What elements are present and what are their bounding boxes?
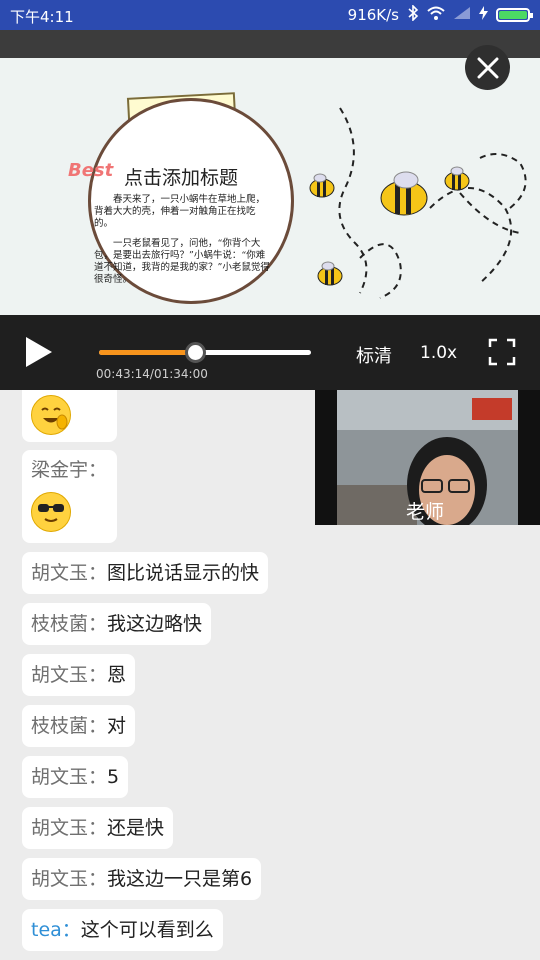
signal-icon — [453, 6, 471, 24]
chat-message: 胡文玉：我这边一只是第6 — [22, 858, 262, 900]
status-time: 下午4:11 — [10, 8, 74, 26]
chat-message: 枝枝菌：对 — [22, 705, 136, 747]
wifi-icon — [427, 6, 445, 24]
chat-message: 胡文玉：恩 — [22, 654, 136, 696]
chat-message: 胡文玉：图比说话显示的快 — [22, 552, 269, 594]
chat-sender: 枝枝菌： — [31, 613, 108, 635]
chat-text: 图比说话显示的快 — [107, 562, 260, 584]
close-icon — [477, 57, 498, 78]
speed-button[interactable]: 1.0x — [420, 343, 457, 363]
bee-icon — [380, 171, 428, 216]
chat-sender: 胡文玉： — [31, 766, 108, 788]
chat-sender: tea： — [31, 919, 81, 941]
chat-text: 5 — [107, 766, 120, 788]
slide-body: 春天来了，一只小蜗牛在草地上爬，背着大大的壳，伸着一对触角正在找吃的。 一只老鼠… — [94, 194, 274, 294]
chat-sender: 梁金宇： — [31, 459, 108, 481]
chat-message — [22, 390, 117, 442]
chat-message: 胡文玉：还是快 — [22, 807, 174, 849]
progress-bar[interactable] — [99, 342, 311, 363]
status-bar: 下午4:11 916K/s — [0, 0, 540, 30]
battery-level — [499, 11, 527, 19]
chat-text: 恩 — [107, 664, 127, 686]
chat-message: tea：这个可以看到么 — [22, 909, 223, 951]
grinning-hand-emoji — [31, 395, 71, 435]
battery-icon — [496, 8, 533, 22]
chat-text: 我这边一只是第6 — [107, 868, 253, 890]
play-button[interactable] — [22, 335, 56, 369]
charging-icon — [479, 6, 488, 24]
close-button[interactable] — [465, 45, 510, 90]
teacher-label: 老师 — [406, 501, 445, 523]
chat-text: 我这边略快 — [107, 613, 203, 635]
progress-fill — [99, 350, 195, 355]
playback-time: 00:43:14/01:34:00 — [96, 367, 208, 381]
chat-sender: 胡文玉： — [31, 817, 108, 839]
bee-icon — [444, 166, 470, 191]
slide-paragraph-2: 一只老鼠看见了，问他，“你背个大包，是要出去旅行吗？”小蜗牛说：“你难道不知道，… — [94, 238, 270, 285]
slide-title: 点击添加标题 — [124, 167, 239, 189]
chat-sender: 胡文玉： — [31, 562, 108, 584]
chat-message: 胡文玉：5 — [22, 756, 129, 798]
chat-sender: 胡文玉： — [31, 868, 108, 890]
quality-button[interactable]: 标清 — [356, 342, 392, 368]
bluetooth-icon — [407, 4, 419, 25]
chat-text: 还是快 — [107, 817, 165, 839]
chat-message: 枝枝菌：我这边略快 — [22, 603, 212, 645]
slide-badge: Best — [68, 160, 114, 181]
video-top-strip — [0, 30, 540, 58]
sunglasses-emoji — [31, 492, 71, 532]
chat-sender: 胡文玉： — [31, 664, 108, 686]
video-slide[interactable]: Best 点击添加标题 春天来了，一只小蜗牛在草地上爬，背着大大的壳，伸着一对触… — [0, 58, 540, 315]
chat-text: 这个可以看到么 — [80, 919, 214, 941]
progress-knob[interactable] — [184, 342, 206, 363]
slide-paragraph-1: 春天来了，一只小蜗牛在草地上爬，背着大大的壳，伸着一对触角正在找吃的。 — [94, 194, 266, 229]
fullscreen-icon[interactable] — [488, 338, 516, 366]
bee-icon — [317, 261, 343, 286]
status-icons: 916K/s — [347, 4, 533, 25]
chat-text: 对 — [107, 715, 127, 737]
player-controls: 00:43:14/01:34:00 标清 1.0x — [0, 315, 540, 390]
bee-icon — [309, 173, 335, 198]
chat-sender: 枝枝菌： — [31, 715, 108, 737]
chat-message: 梁金宇： — [22, 450, 117, 543]
network-speed: 916K/s — [347, 6, 399, 24]
